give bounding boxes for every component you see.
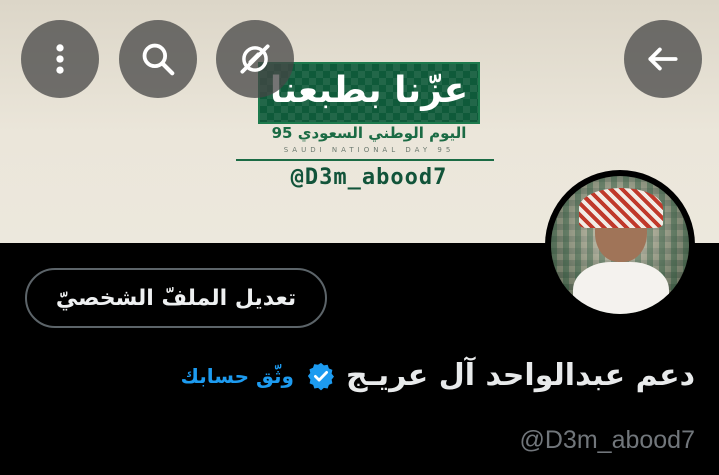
verify-account-link[interactable]: وثّق حسابك xyxy=(181,364,294,388)
translate-button[interactable] xyxy=(216,20,294,98)
user-handle: @D3m_abood7 xyxy=(519,426,696,454)
verified-badge-icon[interactable] xyxy=(306,361,336,391)
search-icon xyxy=(142,43,175,76)
name-row: دعم عبدالواحد آل عريـج وثّق حسابك xyxy=(181,358,695,393)
more-button[interactable] xyxy=(21,20,99,98)
edit-profile-button[interactable]: تعديل الملفّ الشخصيّ xyxy=(25,268,327,328)
search-button[interactable] xyxy=(119,20,197,98)
banner-divider xyxy=(236,159,494,161)
avatar[interactable] xyxy=(545,170,695,320)
banner-handle: @D3m_abood7 xyxy=(290,165,448,190)
back-button[interactable] xyxy=(624,20,702,98)
avatar-robe xyxy=(573,262,669,314)
banner-subtitle-arabic: اليوم الوطني السعودي 95 xyxy=(271,124,467,142)
display-name: دعم عبدالواحد آل عريـج xyxy=(345,358,695,393)
avatar-headscarf xyxy=(579,188,663,228)
banner-subtitle-english: SAUDI NATIONAL DAY 95 xyxy=(283,146,455,154)
no-translate-icon xyxy=(240,44,270,74)
more-vertical-icon xyxy=(56,44,64,74)
banner-logo-text: عزّنا بطبعنا xyxy=(269,70,469,111)
arrow-back-icon xyxy=(648,47,678,71)
avatar-image xyxy=(551,176,689,314)
